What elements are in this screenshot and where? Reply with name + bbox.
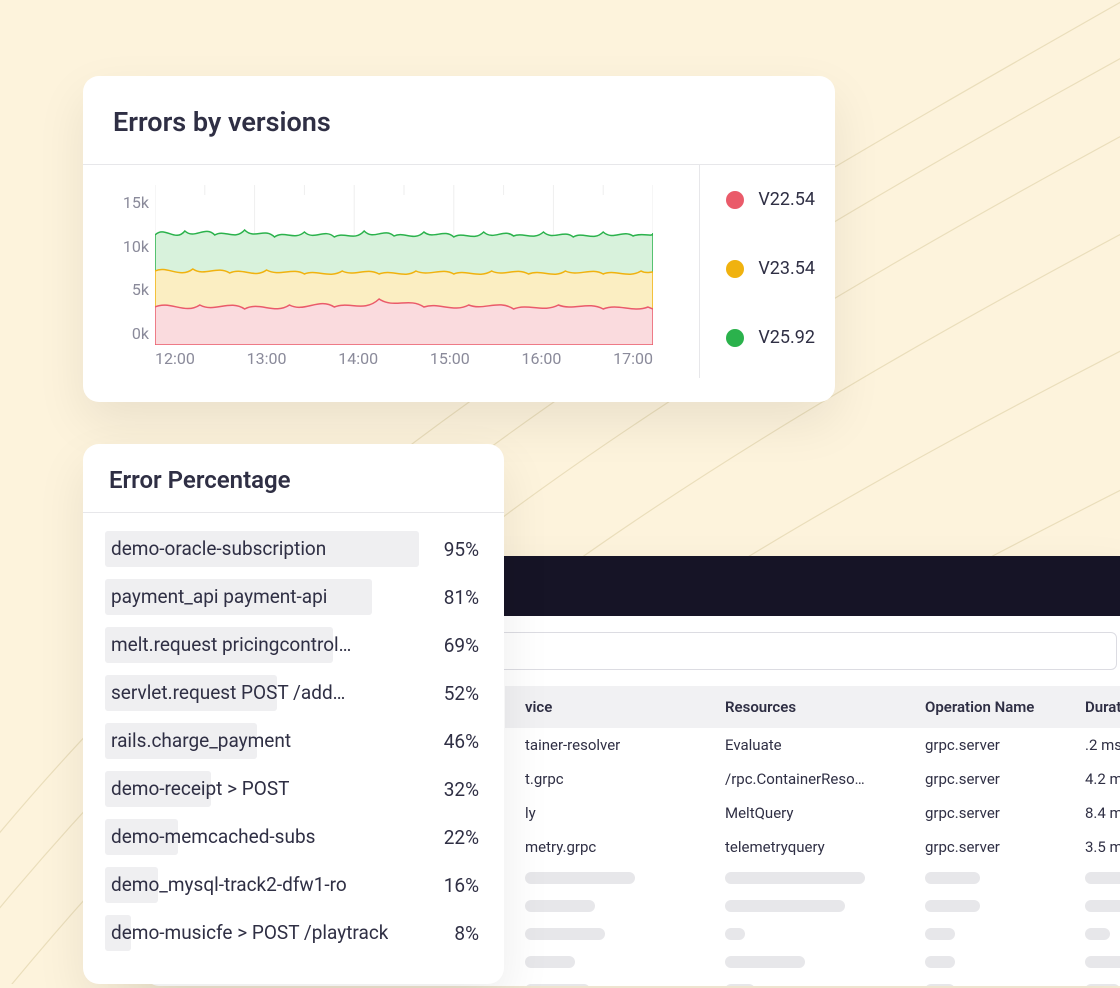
cell: 4.2 ms [1085, 770, 1120, 788]
row-label: payment_api payment-api [105, 579, 327, 615]
skeleton-bar [925, 900, 980, 912]
table-row[interactable]: tainer-resolverEvaluategrpc.server.2 ms [505, 728, 1120, 762]
table-row[interactable]: t.grpc/rpc.ContainerReso…grpc.server4.2 … [505, 762, 1120, 796]
skeleton-row [505, 920, 1120, 948]
skeleton-bar [725, 984, 755, 986]
cell: tainer-resolver [525, 736, 725, 754]
row-label: demo_mysql-track2-dfw1-ro [105, 867, 347, 903]
skeleton-bar [725, 900, 845, 912]
cell: grpc.server [925, 736, 1085, 754]
error-percentage-card: Error Percentage demo-oracle-subscriptio… [83, 444, 504, 984]
cell: telemetryquery [725, 838, 925, 856]
skeleton-bar [525, 900, 595, 912]
error-percentage-row[interactable]: demo_mysql-track2-dfw1-ro 16% [105, 867, 482, 903]
skeleton-bar [525, 928, 605, 940]
skeleton-bar [925, 956, 955, 968]
col-service: vice [525, 698, 725, 716]
skeleton-bar [1085, 872, 1120, 884]
col-operation: Operation Name [925, 698, 1085, 716]
row-value: 16% [444, 874, 482, 897]
row-label: demo-receipt > POST [105, 771, 289, 807]
skeleton-bar [1085, 900, 1120, 912]
skeleton-row [505, 976, 1120, 986]
errors-by-versions-card: Errors by versions 15k 10k 5k 0k [83, 76, 835, 402]
cell: t.grpc [525, 770, 725, 788]
cell: 8.4 ms [1085, 804, 1120, 822]
skeleton-bar [725, 928, 745, 940]
table-row[interactable]: lyMeltQuerygrpc.server8.4 ms [505, 796, 1120, 830]
error-percentage-row[interactable]: demo-musicfe > POST /playtrack 8% [105, 915, 482, 951]
legend-item: V22.54 [726, 189, 815, 210]
cell: grpc.server [925, 804, 1085, 822]
card-title: Error Percentage [83, 444, 504, 513]
y-axis: 15k 10k 5k 0k [113, 193, 155, 343]
error-percentage-row[interactable]: servlet.request POST /add… 52% [105, 675, 482, 711]
skeleton-bar [525, 956, 575, 968]
row-value: 95% [444, 538, 482, 561]
row-value: 32% [444, 778, 482, 801]
cell: grpc.server [925, 838, 1085, 856]
cell: grpc.server [925, 770, 1085, 788]
chart-legend: V22.54 V23.54 V25.92 [700, 165, 835, 378]
legend-item: V25.92 [726, 327, 815, 348]
area-chart-svg [155, 185, 653, 345]
table-row[interactable]: metry.grpctelemetryquerygrpc.server3.5 m… [505, 830, 1120, 864]
x-axis: 12:00 13:00 14:00 15:00 16:00 17:00 [155, 349, 653, 368]
legend-dot-icon [726, 260, 744, 278]
skeleton-bar [1085, 984, 1120, 986]
col-resources: Resources [725, 698, 925, 716]
error-percentage-row[interactable]: melt.request pricingcontrol… 69% [105, 627, 482, 663]
skeleton-row [505, 948, 1120, 976]
row-value: 69% [444, 634, 482, 657]
row-label: demo-musicfe > POST /playtrack [105, 915, 388, 951]
legend-dot-icon [726, 329, 744, 347]
cell: 3.5 ms [1085, 838, 1120, 856]
skeleton-bar [525, 984, 590, 986]
error-percentage-row[interactable]: demo-receipt > POST 32% [105, 771, 482, 807]
row-value: 22% [444, 826, 482, 849]
skeleton-bar [725, 872, 865, 884]
row-label: melt.request pricingcontrol… [105, 627, 351, 663]
skeleton-bar [925, 928, 955, 940]
row-label: demo-oracle-subscription [105, 531, 326, 567]
row-value: 52% [444, 682, 482, 705]
skeleton-row [505, 864, 1120, 892]
legend-dot-icon [726, 191, 744, 209]
row-value: 46% [444, 730, 482, 753]
error-percentage-row[interactable]: payment_api payment-api 81% [105, 579, 482, 615]
row-value: 8% [454, 922, 482, 945]
errors-chart: 15k 10k 5k 0k [83, 165, 700, 378]
col-duration: Duration [1085, 698, 1120, 716]
cell: ly [525, 804, 725, 822]
error-percentage-row[interactable]: demo-oracle-subscription 95% [105, 531, 482, 567]
skeleton-bar [1085, 928, 1110, 940]
cell: .2 ms [1085, 736, 1120, 754]
row-label: demo-memcached-subs [105, 819, 315, 855]
card-title: Errors by versions [83, 76, 835, 165]
error-percentage-row[interactable]: rails.charge_payment 46% [105, 723, 482, 759]
cell: metry.grpc [525, 838, 725, 856]
error-percentage-list: demo-oracle-subscription 95% payment_api p… [83, 513, 504, 951]
cell: Evaluate [725, 736, 925, 754]
skeleton-bar [925, 984, 955, 986]
skeleton-bar [725, 956, 805, 968]
trace-table-body: tainer-resolverEvaluategrpc.server.2 mst… [505, 728, 1120, 986]
row-value: 81% [444, 586, 482, 609]
error-percentage-row[interactable]: demo-memcached-subs 22% [105, 819, 482, 855]
cell: /rpc.ContainerReso… [725, 770, 925, 788]
legend-item: V23.54 [726, 258, 815, 279]
skeleton-row [505, 892, 1120, 920]
row-label: rails.charge_payment [105, 723, 291, 759]
skeleton-bar [1085, 956, 1120, 968]
row-label: servlet.request POST /add… [105, 675, 345, 711]
skeleton-bar [925, 872, 980, 884]
skeleton-bar [525, 872, 635, 884]
cell: MeltQuery [725, 804, 925, 822]
trace-table-header: vice Resources Operation Name Duration [505, 686, 1120, 728]
